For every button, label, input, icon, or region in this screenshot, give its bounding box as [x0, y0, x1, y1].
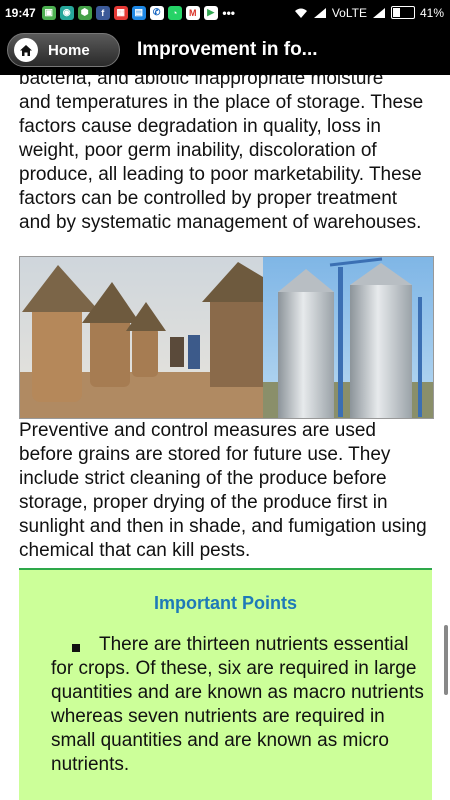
important-point-1: There are thirteen nutrients essential f… [51, 634, 424, 775]
network-label: VoLTE [331, 5, 367, 20]
granary-and-silo-photo [20, 257, 433, 418]
app-icon: ▤ [131, 5, 146, 20]
content-area[interactable]: bacteria, and abiotic inappropriate mois… [0, 75, 450, 800]
paragraph-clipped-line: bacteria, and abiotic inappropriate mois… [19, 75, 384, 89]
paragraph-preventive-measures: Preventive and control measures are used… [19, 420, 427, 561]
paragraph-storage-factors: and temperatures in the place of storage… [19, 92, 424, 233]
notification-icons: ▣ ◉ ⬢ f ▦ ▤ ✆ ◔ M ▶ ••• [41, 5, 236, 20]
page-title: Improvement in fo... [137, 39, 318, 60]
facebook-icon: f [95, 5, 110, 20]
storage-image [19, 256, 434, 419]
signal-icon [313, 7, 326, 18]
battery-icon [390, 6, 415, 19]
scrollbar[interactable] [444, 625, 448, 695]
important-points-heading: Important Points [154, 593, 297, 613]
grid-icon: ▦ [113, 5, 128, 20]
home-button[interactable]: Home [7, 33, 120, 67]
chat-icon: ◉ [59, 5, 74, 20]
phone-icon: ✆ [149, 5, 164, 20]
shield-icon: ⬢ [77, 5, 92, 20]
battery-level: 41% [419, 5, 444, 20]
more-icon: ••• [222, 5, 235, 20]
wifi-icon [294, 8, 307, 18]
status-time: 19:47 [5, 5, 36, 20]
home-label: Home [48, 41, 90, 59]
signal-icon-2 [372, 7, 385, 18]
status-right: VoLTE 41% [294, 0, 444, 25]
photo-icon: ▣ [41, 5, 56, 20]
app-bar: Home Improvement in fo... [0, 25, 450, 75]
home-icon [14, 38, 38, 62]
whatsapp-icon: ◔ [167, 5, 182, 20]
status-bar: 19:47 ▣ ◉ ⬢ f ▦ ▤ ✆ ◔ M ▶ ••• VoLTE 41% [0, 0, 450, 25]
gmail-icon: M [185, 5, 200, 20]
important-points-box: Important Points There are thirteen nutr… [19, 568, 432, 800]
play-store-icon: ▶ [203, 5, 218, 20]
